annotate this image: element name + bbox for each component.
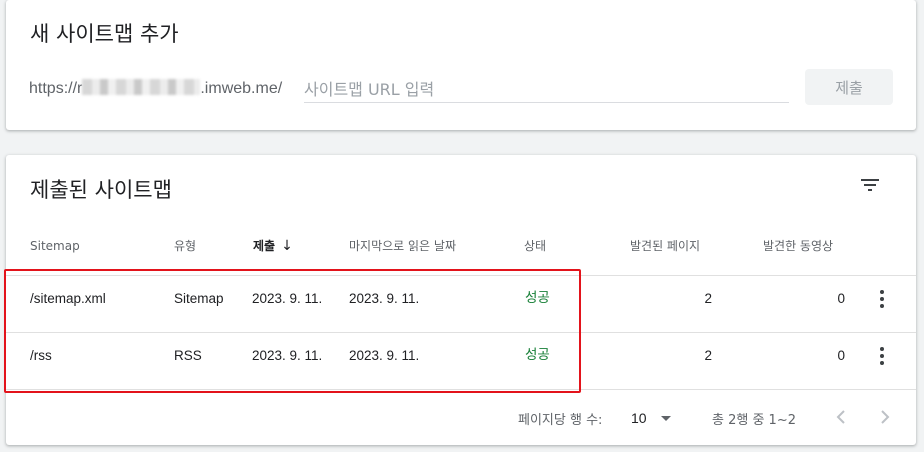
- column-videos[interactable]: 발견한 동영상: [763, 230, 833, 262]
- table-row[interactable]: /rss RSS 2023. 9. 11. 2023. 9. 11. 성공 2 …: [6, 332, 916, 389]
- column-sitemap[interactable]: Sitemap: [30, 230, 80, 262]
- chevron-left-icon[interactable]: [829, 405, 853, 429]
- chevron-right-icon[interactable]: [873, 405, 897, 429]
- redacted-domain: [82, 79, 201, 95]
- table-row[interactable]: /sitemap.xml Sitemap 2023. 9. 11. 2023. …: [6, 275, 916, 332]
- cell-type: RSS: [174, 348, 202, 363]
- submitted-sitemaps-title: 제출된 사이트맵: [30, 178, 172, 202]
- site-url-prefix: https://r .imweb.me/: [29, 79, 282, 98]
- rows-per-page-select[interactable]: 10: [631, 406, 679, 430]
- cell-sitemap: /sitemap.xml: [30, 291, 106, 306]
- pagination-range: 총 2행 중 1~2: [712, 413, 796, 428]
- site-url-prefix-end: .imweb.me/: [200, 80, 283, 97]
- column-pages[interactable]: 발견된 페이지: [630, 230, 700, 262]
- rows-per-page-value: 10: [631, 410, 647, 426]
- column-status[interactable]: 상태: [524, 230, 546, 262]
- table-header: Sitemap 유형 제출 ↓ 마지막으로 읽은 날짜 상태 발견된 페이지 발견…: [6, 230, 916, 275]
- site-url-prefix-start: https://r: [29, 80, 83, 97]
- cell-videos: 0: [837, 348, 845, 363]
- column-submitted-label: 제출: [253, 239, 276, 253]
- add-sitemap-card: 새 사이트맵 추가 https://r .imweb.me/ 제출: [6, 0, 916, 130]
- cell-pages: 2: [704, 291, 712, 306]
- cell-sitemap: /rss: [30, 348, 52, 363]
- cell-last-read: 2023. 9. 11.: [349, 291, 420, 306]
- column-submitted[interactable]: 제출 ↓: [253, 230, 293, 262]
- column-last-read[interactable]: 마지막으로 읽은 날짜: [349, 230, 456, 262]
- pagination-footer: 페이지당 행 수: 10 총 2행 중 1~2: [6, 389, 916, 445]
- dropdown-caret-icon: [660, 415, 671, 421]
- arrow-downward-icon: ↓: [281, 238, 293, 254]
- more-vert-icon[interactable]: [870, 344, 894, 368]
- sitemap-url-input[interactable]: [304, 77, 789, 103]
- cell-status: 성공: [525, 347, 550, 363]
- column-type[interactable]: 유형: [174, 230, 196, 262]
- rows-per-page-label: 페이지당 행 수:: [518, 413, 603, 428]
- cell-videos: 0: [837, 291, 845, 306]
- cell-last-read: 2023. 9. 11.: [349, 348, 420, 363]
- add-sitemap-title: 새 사이트맵 추가: [30, 22, 179, 46]
- cell-submitted: 2023. 9. 11.: [252, 291, 323, 306]
- submit-button[interactable]: 제출: [805, 69, 893, 105]
- more-vert-icon[interactable]: [870, 287, 894, 311]
- cell-type: Sitemap: [174, 291, 224, 306]
- cell-status: 성공: [525, 290, 550, 306]
- submitted-sitemaps-card: 제출된 사이트맵 Sitemap 유형 제출 ↓ 마지막으로 읽은 날짜 상태 발…: [6, 155, 916, 445]
- cell-submitted: 2023. 9. 11.: [252, 348, 323, 363]
- cell-pages: 2: [704, 348, 712, 363]
- filter-list-icon[interactable]: [858, 173, 882, 197]
